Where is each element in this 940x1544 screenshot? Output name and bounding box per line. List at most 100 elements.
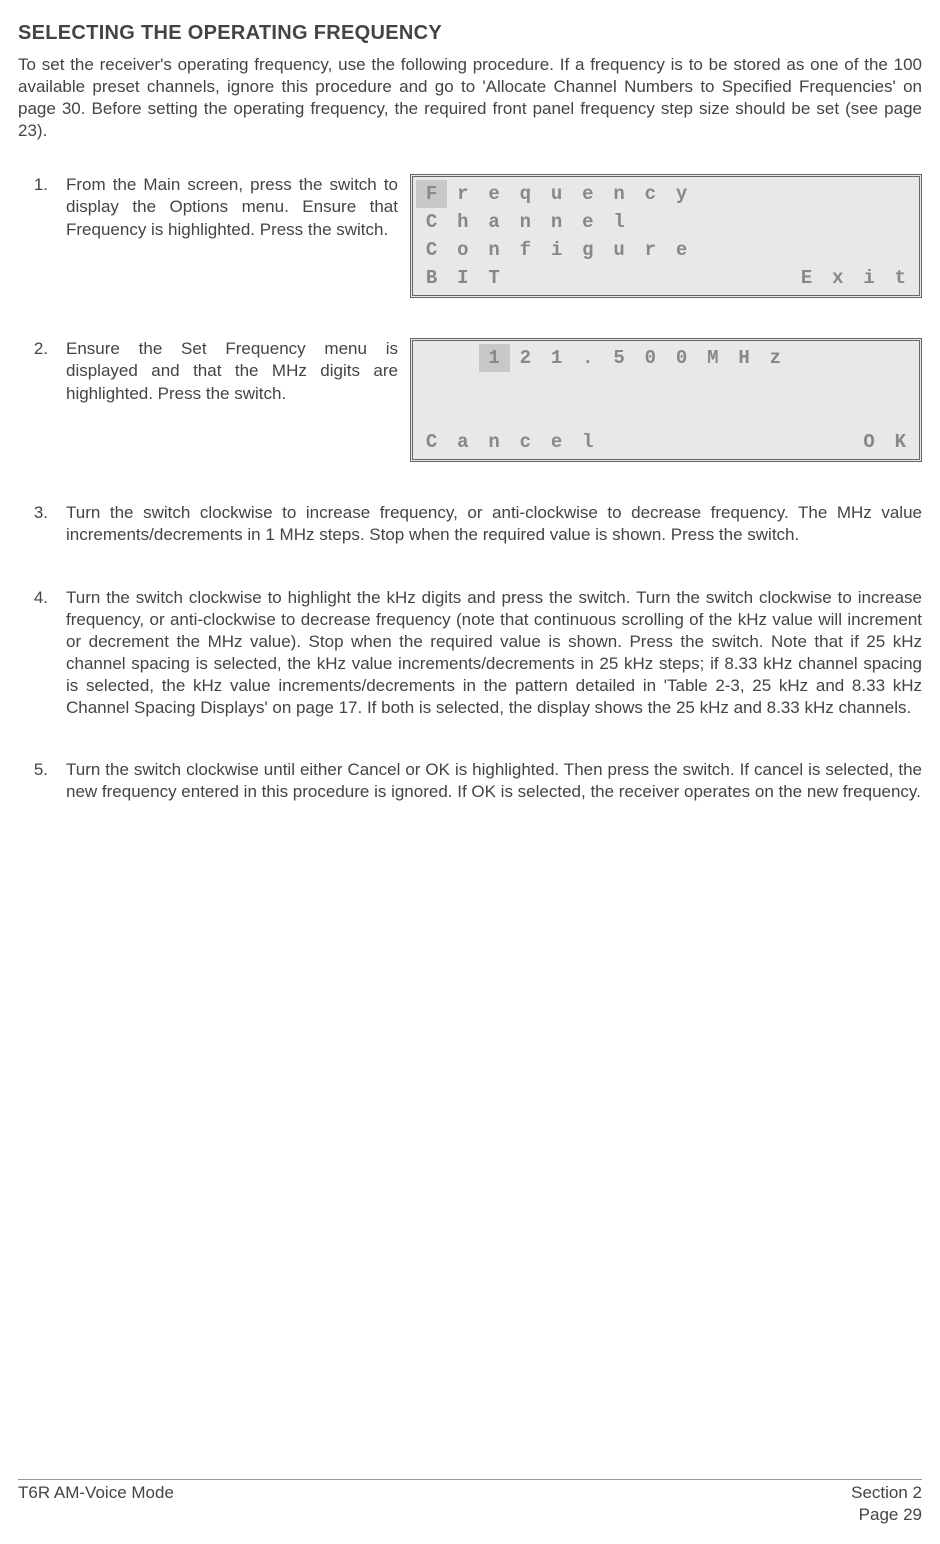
intro-paragraph: To set the receiver's operating frequenc…: [18, 54, 922, 142]
lcd-cell: y: [666, 180, 697, 208]
footer-left: T6R AM-Voice Mode: [18, 1482, 174, 1504]
lcd-cell: [510, 264, 541, 292]
lcd-cell: c: [635, 180, 666, 208]
lcd-cell: n: [479, 236, 510, 264]
lcd-cell: [697, 428, 728, 456]
lcd-cell: n: [510, 208, 541, 236]
lcd-cell: [635, 208, 666, 236]
step-number: 5.: [18, 759, 54, 803]
lcd-cell: [697, 208, 728, 236]
lcd-cell: 1: [479, 344, 510, 372]
lcd-cell: l: [572, 428, 603, 456]
lcd-cell: [791, 428, 822, 456]
footer-right-1: Section 2: [851, 1482, 922, 1504]
footer-right-2: Page 29: [859, 1504, 922, 1526]
lcd-cell: o: [447, 236, 478, 264]
lcd-cell: [822, 344, 853, 372]
lcd-cell: r: [447, 180, 478, 208]
lcd-cell: .: [572, 344, 603, 372]
lcd-cell: [729, 264, 760, 292]
lcd-cell: [666, 264, 697, 292]
section-heading: SELECTING THE OPERATING FREQUENCY: [18, 20, 922, 46]
page-footer: T6R AM-Voice Mode Section 2 Page 29: [18, 1479, 922, 1526]
lcd-cell: [729, 180, 760, 208]
lcd-cell: [697, 180, 728, 208]
lcd-cell: [822, 180, 853, 208]
lcd-cell: [854, 236, 885, 264]
lcd-cell: M: [697, 344, 728, 372]
lcd-cell: [854, 344, 885, 372]
lcd-cell: O: [854, 428, 885, 456]
lcd-cell: T: [479, 264, 510, 292]
lcd-cell: e: [572, 180, 603, 208]
lcd-cell: [760, 180, 791, 208]
lcd-cell: z: [760, 344, 791, 372]
lcd-cell: x: [822, 264, 853, 292]
lcd-cell: [885, 236, 916, 264]
lcd-cell: e: [666, 236, 697, 264]
lcd-cell: i: [854, 264, 885, 292]
lcd-cell: [760, 236, 791, 264]
lcd-options-menu: FrequencyChannelConfigureBITExit: [410, 174, 922, 298]
lcd-cell: a: [479, 208, 510, 236]
lcd-cell: 1: [541, 344, 572, 372]
lcd-cell: e: [479, 180, 510, 208]
lcd-cell: [729, 236, 760, 264]
lcd-cell: e: [541, 428, 572, 456]
lcd-cell: 0: [635, 344, 666, 372]
step-text: Turn the switch clockwise to highlight t…: [66, 587, 922, 720]
lcd-cell: B: [416, 264, 447, 292]
lcd-cell: 0: [666, 344, 697, 372]
lcd-cell: f: [510, 236, 541, 264]
lcd-cell: E: [791, 264, 822, 292]
lcd-cell: [885, 344, 916, 372]
lcd-cell: K: [885, 428, 916, 456]
lcd-cell: l: [604, 208, 635, 236]
lcd-cell: [760, 208, 791, 236]
lcd-cell: n: [541, 208, 572, 236]
lcd-cell: [729, 208, 760, 236]
lcd-cell: [854, 208, 885, 236]
step-number: 3.: [18, 502, 54, 546]
lcd-cell: [447, 344, 478, 372]
lcd-cell: [604, 428, 635, 456]
lcd-cell: n: [479, 428, 510, 456]
lcd-cell: [885, 208, 916, 236]
lcd-cell: [416, 344, 447, 372]
lcd-cell: [697, 264, 728, 292]
lcd-cell: [541, 264, 572, 292]
lcd-cell: r: [635, 236, 666, 264]
step-2: 2. Ensure the Set Frequency menu is disp…: [18, 338, 922, 462]
lcd-cell: g: [572, 236, 603, 264]
lcd-cell: 2: [510, 344, 541, 372]
lcd-cell: C: [416, 428, 447, 456]
lcd-cell: [822, 428, 853, 456]
lcd-cell: [822, 208, 853, 236]
step-number: 4.: [18, 587, 54, 720]
lcd-cell: [822, 236, 853, 264]
step-text: From the Main screen, press the switch t…: [66, 174, 398, 298]
lcd-cell: [666, 208, 697, 236]
lcd-cell: [854, 180, 885, 208]
lcd-cell: F: [416, 180, 447, 208]
lcd-cell: [791, 208, 822, 236]
lcd-cell: [729, 428, 760, 456]
lcd-cell: [604, 264, 635, 292]
lcd-cell: e: [572, 208, 603, 236]
lcd-cell: [572, 264, 603, 292]
lcd-cell: [666, 428, 697, 456]
lcd-cell: n: [604, 180, 635, 208]
lcd-cell: C: [416, 236, 447, 264]
lcd-cell: [791, 236, 822, 264]
lcd-cell: [635, 264, 666, 292]
lcd-cell: [635, 428, 666, 456]
step-4: 4. Turn the switch clockwise to highligh…: [18, 587, 922, 720]
lcd-cell: [760, 428, 791, 456]
lcd-cell: C: [416, 208, 447, 236]
step-text: Turn the switch clockwise until either C…: [66, 759, 922, 803]
lcd-cell: H: [729, 344, 760, 372]
lcd-cell: a: [447, 428, 478, 456]
lcd-cell: [791, 344, 822, 372]
lcd-cell: h: [447, 208, 478, 236]
lcd-cell: 5: [604, 344, 635, 372]
